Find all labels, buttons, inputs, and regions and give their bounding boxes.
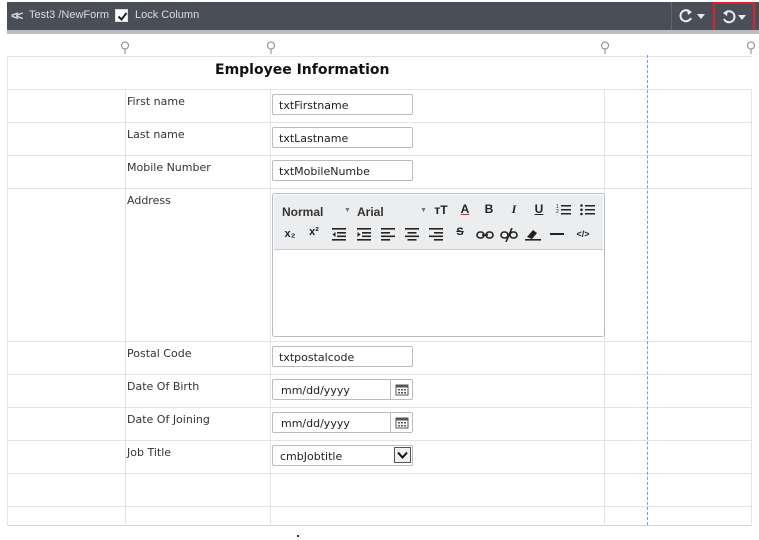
column-pin-icon[interactable]	[266, 41, 276, 55]
calendar-icon[interactable]	[390, 380, 412, 399]
date-of-joining-field[interactable]: mm/dd/yyyy	[272, 412, 413, 433]
grid-line	[7, 525, 752, 526]
date-of-birth-label: Date Of Birth	[127, 380, 200, 393]
grid-line	[270, 89, 271, 526]
grid-line	[7, 56, 8, 526]
grid-line	[7, 341, 752, 342]
grid-line	[7, 122, 752, 123]
grid-line	[7, 506, 752, 507]
redo-icon	[679, 9, 705, 23]
grid-line	[7, 407, 752, 408]
date-of-birth-field[interactable]: mm/dd/yyyy	[272, 379, 413, 400]
format-select[interactable]: Normal	[282, 205, 323, 219]
align-right-icon[interactable]	[429, 228, 443, 241]
text-size-icon[interactable]: тТ	[432, 203, 450, 217]
redo-dropdown-button[interactable]	[677, 7, 711, 25]
job-title-select[interactable]: cmbJobtitle	[272, 445, 413, 466]
last-name-field[interactable]: txtLastname	[272, 127, 413, 148]
unlink-icon[interactable]	[500, 228, 518, 242]
chevron-down-icon[interactable]: ▼	[420, 207, 427, 214]
mobile-number-field[interactable]: txtMobileNumbe	[272, 160, 413, 181]
form-path: Test3 /NewForm	[29, 9, 110, 21]
job-title-label: Job Title	[127, 446, 172, 459]
align-center-icon[interactable]	[405, 228, 419, 241]
chevron-down-icon[interactable]	[394, 447, 411, 463]
editor-toolbar: Normal ▼ Arial ▼ тТ A B I U 12 x₂ x² S <…	[274, 195, 603, 250]
toolbar-underline	[7, 30, 759, 34]
ordered-list-icon[interactable]: 12	[556, 203, 572, 217]
form-canvas: Employee Information First name txtFirst…	[7, 55, 759, 526]
cursor-dot	[297, 535, 299, 537]
link-icon[interactable]	[476, 230, 494, 240]
last-name-label: Last name	[127, 128, 185, 141]
postal-code-label: Postal Code	[127, 347, 192, 360]
svg-text:2: 2	[556, 209, 559, 215]
grid-line	[125, 89, 126, 526]
first-name-field[interactable]: txtFirstname	[272, 94, 413, 115]
source-code-icon[interactable]: </>	[572, 229, 594, 239]
outdent-icon[interactable]	[332, 228, 346, 241]
underline-icon[interactable]: U	[530, 202, 548, 216]
horizontal-rule-icon[interactable]	[550, 233, 564, 236]
font-select[interactable]: Arial	[357, 205, 384, 219]
align-left-icon[interactable]	[381, 228, 395, 241]
first-name-label: First name	[127, 95, 185, 108]
job-title-selected: cmbJobtitle	[280, 450, 343, 463]
undo-dropdown-button[interactable]	[713, 2, 755, 32]
postal-code-field[interactable]: txtpostalcode	[272, 346, 413, 367]
bold-icon[interactable]: B	[480, 202, 498, 216]
address-label: Address	[127, 194, 171, 207]
lock-column-label: Lock Column	[135, 9, 200, 21]
font-color-icon[interactable]: A	[456, 202, 474, 216]
calendar-icon[interactable]	[390, 413, 412, 432]
grid-line	[7, 374, 752, 375]
subscript-icon[interactable]: x₂	[281, 228, 299, 240]
grid-line	[751, 89, 752, 526]
superscript-icon[interactable]: x²	[305, 226, 323, 238]
indent-icon[interactable]	[357, 228, 371, 241]
date-placeholder: mm/dd/yyyy	[281, 384, 350, 397]
column-pin-icon[interactable]	[600, 41, 610, 55]
date-placeholder: mm/dd/yyyy	[281, 417, 350, 430]
column-pin-icon[interactable]	[120, 41, 130, 55]
italic-icon[interactable]: I	[505, 202, 523, 217]
double-chevron-left-icon[interactable]: <<	[11, 8, 23, 23]
form-title: Employee Information	[215, 62, 390, 78]
column-guide-line	[647, 55, 648, 525]
unordered-list-icon[interactable]	[580, 203, 596, 217]
lock-column-checkbox[interactable]	[115, 9, 128, 22]
grid-line	[7, 155, 752, 156]
grid-line	[7, 440, 752, 441]
eraser-icon[interactable]	[525, 228, 541, 241]
toolbar-divider	[671, 2, 672, 30]
grid-line	[7, 56, 752, 57]
undo-icon	[723, 10, 746, 24]
mobile-number-label: Mobile Number	[127, 161, 211, 174]
date-of-joining-label: Date Of Joining	[127, 413, 210, 426]
form-designer-toolbar: << Test3 /NewForm Lock Column	[7, 2, 759, 32]
address-rich-text-editor[interactable]: Normal ▼ Arial ▼ тТ A B I U 12 x₂ x² S <…	[272, 193, 605, 337]
grid-line	[7, 188, 752, 189]
column-pin-icon[interactable]	[746, 41, 756, 55]
grid-line	[7, 89, 752, 90]
grid-line	[7, 473, 752, 474]
strikethrough-icon[interactable]: S	[451, 226, 469, 238]
chevron-down-icon[interactable]: ▼	[344, 207, 351, 214]
